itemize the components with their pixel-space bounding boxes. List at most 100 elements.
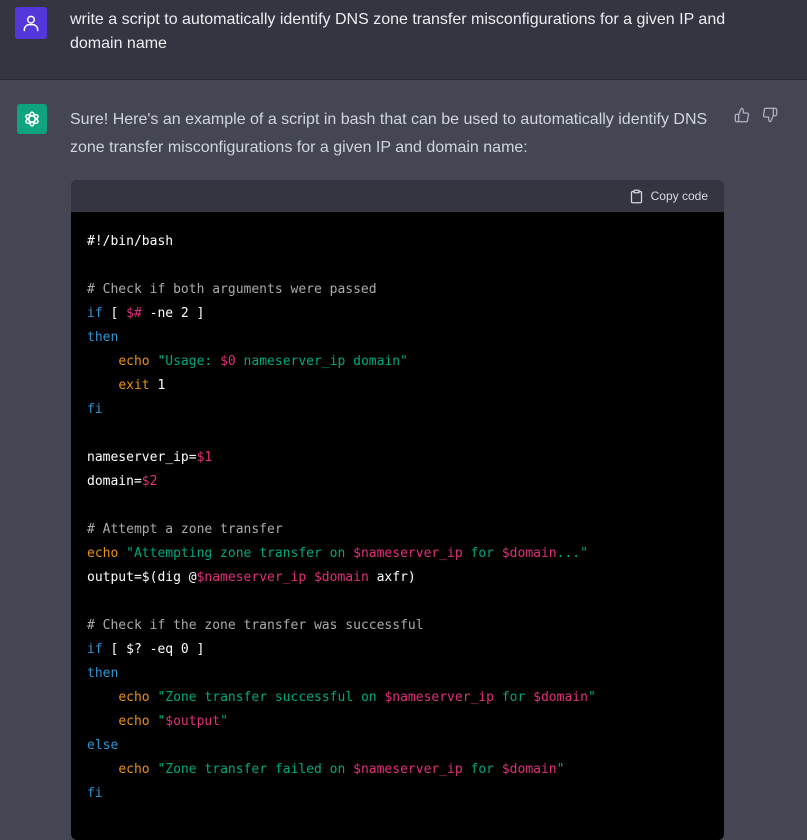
code-token: nameserver_ip=	[87, 450, 197, 465]
code-token: $0	[220, 354, 236, 369]
code-token: [	[102, 306, 127, 321]
code-token: fi	[87, 786, 103, 801]
code-token: # Check if both arguments were passed	[87, 282, 377, 297]
code-token: "	[587, 690, 596, 705]
code-token: "	[556, 762, 565, 777]
code-line: echo "Attempting zone transfer on $names…	[87, 542, 708, 566]
code-line: then	[87, 326, 708, 350]
code-line: if [ $# -ne 2 ]	[87, 302, 708, 326]
code-line: output=$(dig @$nameserver_ip $domain axf…	[87, 566, 708, 590]
code-token: #!/bin/bash	[87, 234, 174, 249]
code-token: 1	[149, 378, 166, 393]
code-token: "	[220, 714, 228, 729]
code-line: if [ $? -eq 0 ]	[87, 638, 708, 662]
code-token: fi	[87, 402, 103, 417]
code-token: echo	[118, 354, 150, 369]
assistant-message-row: Sure! Here's an example of a script in b…	[0, 80, 807, 840]
code-token: $domain	[533, 690, 588, 705]
code-token: if	[87, 642, 103, 657]
copy-code-button[interactable]: Copy code	[629, 189, 708, 204]
code-line: echo "Usage: $0 nameserver_ip domain"	[87, 350, 708, 374]
code-line: echo "Zone transfer successful on $names…	[87, 686, 708, 710]
code-line: domain=$2	[87, 470, 708, 494]
thumbs-down-button[interactable]	[761, 106, 779, 124]
code-block-header: Copy code	[71, 180, 724, 212]
code-line: echo "Zone transfer failed on $nameserve…	[87, 758, 708, 782]
code-token: $domain	[501, 762, 557, 777]
code-token: echo	[118, 714, 150, 729]
code-token: else	[87, 738, 119, 753]
code-token: for	[462, 762, 502, 777]
code-token: $#	[126, 306, 142, 321]
feedback-buttons	[733, 106, 779, 124]
code-token: $nameserver_ip	[196, 570, 307, 585]
copy-code-label: Copy code	[650, 189, 708, 203]
user-message-row: write a script to automatically identify…	[0, 0, 807, 80]
user-avatar	[15, 7, 47, 39]
openai-logo-icon	[25, 111, 39, 127]
code-token: echo	[87, 546, 119, 561]
code-line: fi	[87, 782, 708, 806]
code-token: $domain	[501, 546, 557, 561]
code-line: then	[87, 662, 708, 686]
code-token: "Zone transfer failed on	[157, 762, 354, 777]
code-line: echo "$output"	[87, 710, 708, 734]
code-content[interactable]: #!/bin/bash # Check if both arguments wer…	[71, 212, 724, 806]
thumbs-up-icon	[734, 107, 750, 123]
code-token: exit	[118, 378, 150, 393]
code-token: $nameserver_ip	[384, 690, 495, 705]
code-line: # Check if the zone transfer was success…	[87, 614, 708, 638]
user-icon	[23, 15, 39, 32]
code-token: domain=	[87, 474, 142, 489]
thumbs-down-icon	[762, 107, 778, 123]
code-token: "Zone transfer successful on	[157, 690, 385, 705]
code-line: else	[87, 734, 708, 758]
code-token: for	[462, 546, 502, 561]
code-token: $1	[196, 450, 213, 465]
code-line: nameserver_ip=$1	[87, 446, 708, 470]
user-message-text: write a script to automatically identify…	[70, 11, 726, 52]
code-token: echo	[118, 690, 150, 705]
code-token: axfr)	[368, 570, 416, 585]
assistant-avatar	[17, 104, 47, 134]
code-line: exit 1	[87, 374, 708, 398]
code-line: # Attempt a zone transfer	[87, 518, 708, 542]
code-token: "Usage:	[157, 354, 221, 369]
code-line: #!/bin/bash	[87, 230, 708, 254]
code-block: Copy code #!/bin/bash # Check if both arg…	[71, 180, 724, 840]
code-token: nameserver_ip domain"	[235, 354, 408, 369]
code-line: # Check if both arguments were passed	[87, 278, 708, 302]
clipboard-icon	[630, 189, 642, 203]
code-token: $2	[141, 474, 158, 489]
code-token: if	[87, 306, 103, 321]
code-token: [ $? -eq 0 ]	[102, 642, 205, 657]
code-token: "Attempting zone transfer on	[126, 546, 354, 561]
code-line: fi	[87, 398, 708, 422]
thumbs-up-button[interactable]	[733, 106, 751, 124]
assistant-intro-text: Sure! Here's an example of a script in b…	[70, 111, 708, 156]
code-token: # Check if the zone transfer was success…	[87, 618, 424, 633]
code-token: # Attempt a zone transfer	[87, 522, 283, 537]
code-token: then	[87, 330, 119, 345]
code-token: then	[87, 666, 119, 681]
code-token: echo	[118, 762, 150, 777]
code-token: $nameserver_ip	[353, 762, 463, 777]
code-token: for	[494, 690, 534, 705]
code-token: output=$(dig @	[87, 570, 197, 585]
code-token: ..."	[556, 546, 588, 561]
code-token: $domain	[313, 570, 369, 585]
code-token: $nameserver_ip	[353, 546, 463, 561]
code-token: -ne 2 ]	[141, 306, 205, 321]
code-token: $output	[165, 714, 221, 729]
